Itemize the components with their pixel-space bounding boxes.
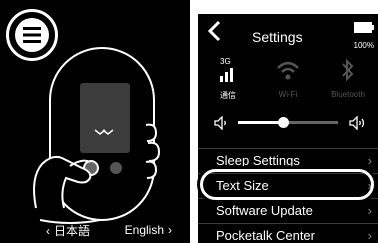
next-language-label: English <box>124 223 164 237</box>
highlight-ring <box>200 169 374 200</box>
menu-item-label: Software Update <box>216 203 313 218</box>
signal-bars-icon: 3G <box>220 57 233 82</box>
chevron-right-icon: › <box>367 153 372 168</box>
volume-slider[interactable] <box>198 114 378 130</box>
volume-track-empty <box>283 121 338 124</box>
battery-status: 100% <box>354 20 374 50</box>
chevron-right-icon: › <box>168 223 172 237</box>
bluetooth-label: Bluetooth <box>331 90 365 99</box>
network-type-tag: 3G <box>220 57 231 66</box>
network-label: 通信 <box>220 91 236 100</box>
prev-language-button[interactable]: ‹ 日本語 <box>42 222 90 239</box>
chevron-right-icon: › <box>367 228 372 243</box>
volume-knob[interactable] <box>278 117 289 128</box>
volume-high-icon <box>349 116 365 130</box>
page-title: Settings <box>252 29 303 45</box>
mobile-network-toggle[interactable]: 3G 通信 <box>198 56 258 102</box>
battery-icon <box>353 22 374 33</box>
language-switcher: ‹ 日本語 English › <box>0 217 190 243</box>
chevron-right-icon: › <box>367 203 372 218</box>
back-chevron-icon[interactable] <box>206 20 224 42</box>
wifi-toggle[interactable]: Wi-Fi <box>258 56 318 102</box>
connectivity-row: 3G 通信 Wi-Fi Bluetooth <box>198 56 378 102</box>
next-language-button[interactable]: English › <box>125 223 176 237</box>
chevron-left-icon: ‹ <box>46 223 50 238</box>
menu-item-label: Sleep Settings <box>216 153 300 168</box>
menu-item-software-update[interactable]: Software Update › <box>198 198 378 223</box>
bluetooth-toggle[interactable]: Bluetooth <box>318 56 378 102</box>
volume-track-filled <box>238 121 283 124</box>
wifi-label: Wi-Fi <box>278 90 298 99</box>
device-illustration-panel: ‹ 日本語 English › <box>0 0 190 243</box>
prev-language-label: 日本語 <box>54 223 91 238</box>
bluetooth-icon <box>342 58 354 82</box>
settings-screen: Settings 100% 3G 通信 Wi-Fi Bluetooth Slee… <box>198 14 378 243</box>
menu-item-label: Pocketalk Center <box>216 228 315 243</box>
menu-list-icon <box>23 27 41 43</box>
title-bar: Settings 100% <box>198 14 378 50</box>
menu-button[interactable] <box>6 9 58 61</box>
menu-item-pocketalk-center[interactable]: Pocketalk Center › <box>198 223 378 243</box>
wifi-icon <box>277 61 299 80</box>
volume-low-icon <box>214 116 226 130</box>
battery-percent: 100% <box>353 41 374 50</box>
